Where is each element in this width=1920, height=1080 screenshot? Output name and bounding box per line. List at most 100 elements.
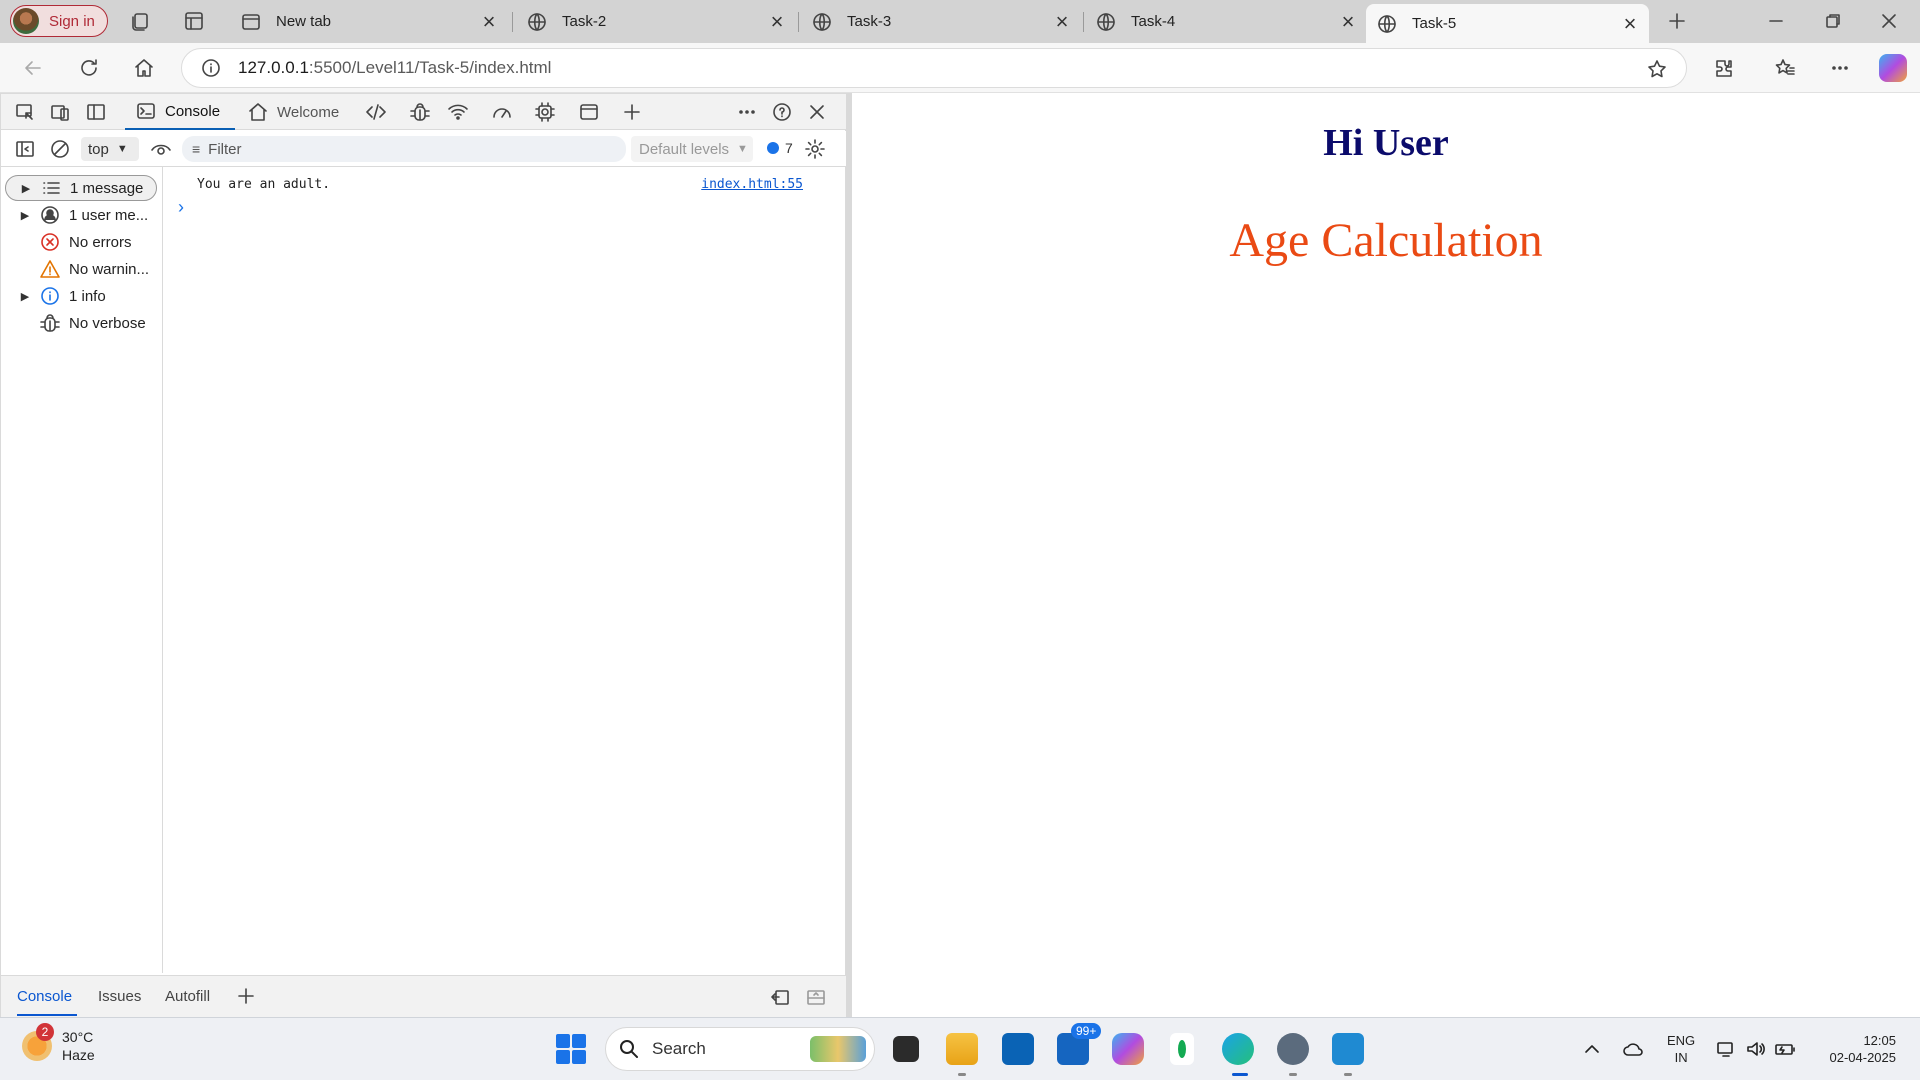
expand-arrow-icon[interactable]: ▶ [15,290,35,303]
more-options-icon[interactable] [1829,57,1851,79]
url-text[interactable]: 127.0.0.1:5500/Level11/Task-5/index.html [238,58,551,78]
bug-icon [40,314,60,332]
volume-icon[interactable] [1745,1038,1767,1060]
language-indicator[interactable]: ENG IN [1667,1032,1695,1066]
favorite-star-icon[interactable] [1646,58,1668,80]
weather-widget[interactable]: 2 30°C Haze [22,1023,95,1064]
close-icon[interactable]: × [480,10,498,32]
log-source-link[interactable]: index.html:55 [701,177,803,192]
sidebar-item-warnings[interactable]: No warnin... [1,256,157,282]
chevron-up-icon[interactable] [1581,1038,1603,1060]
sign-in-button[interactable]: Sign in [10,5,108,37]
sidebar-item-info[interactable]: ▶ 1 info [1,283,157,309]
console-prompt[interactable]: › [178,197,184,218]
close-icon[interactable]: × [1621,12,1639,34]
filter-input[interactable]: ≡ Filter [182,136,626,162]
issues-count: 7 [785,140,793,156]
tab-new-tab[interactable]: New tab × [230,4,508,39]
close-icon[interactable]: × [768,10,786,32]
devtools-more-icon[interactable] [736,101,758,123]
new-tab-button[interactable] [1666,10,1688,32]
performance-icon[interactable] [491,101,513,123]
memory-icon[interactable] [534,101,556,123]
battery-icon[interactable] [1774,1038,1796,1060]
copilot-app-icon[interactable] [1112,1033,1144,1065]
copilot-icon[interactable] [1879,54,1907,82]
extensions-icon[interactable] [1713,57,1735,79]
devtools-tab-console[interactable]: Console [125,94,235,130]
back-icon[interactable] [22,57,44,79]
dell-app-icon[interactable] [1002,1033,1034,1065]
error-icon [41,233,59,251]
vscode-icon[interactable] [1332,1033,1364,1065]
inspect-element-icon[interactable] [14,101,36,123]
tab-task-3[interactable]: Task-3 × [801,4,1081,39]
task-view-icon[interactable] [893,1036,919,1062]
favorites-icon[interactable] [1774,57,1796,79]
collapse-drawer-icon[interactable] [805,986,827,1008]
sidebar-item-errors[interactable]: No errors [1,229,157,255]
tab-title: Task-5 [1412,15,1457,32]
close-window-icon[interactable] [1878,10,1900,32]
log-levels-dropdown[interactable]: Default levels ▼ [631,136,753,162]
refresh-icon[interactable] [78,57,100,79]
user-icon [41,206,59,224]
context-label: top [88,140,109,158]
start-windows-icon[interactable] [556,1034,586,1064]
sidebar-item-verbose[interactable]: No verbose [1,310,157,336]
workspaces-icon[interactable] [130,10,152,32]
expand-arrow-icon[interactable]: ▶ [15,209,35,222]
edge-icon[interactable] [1222,1033,1254,1065]
taskbar-search[interactable]: Search [605,1027,875,1071]
sources-debug-icon[interactable] [409,101,431,123]
add-drawer-tab-icon[interactable] [235,985,257,1007]
tab-title: Task-3 [847,13,892,30]
expand-arrow-icon[interactable]: ▶ [16,182,36,195]
info-icon [41,287,59,305]
clear-console-icon[interactable] [49,138,71,160]
tab-task-5[interactable]: Task-5 × [1366,4,1649,43]
drawer-tab-issues[interactable]: Issues [98,988,141,1005]
dock-side-icon[interactable] [85,101,107,123]
drawer-tab-autofill[interactable]: Autofill [165,988,210,1005]
onedrive-sync-icon[interactable] [1622,1038,1644,1060]
sign-in-label: Sign in [49,12,95,30]
sidebar-item-messages[interactable]: ▶ 1 message [5,175,157,201]
restore-icon[interactable] [1822,10,1844,32]
address-bar[interactable]: 127.0.0.1:5500/Level11/Task-5/index.html [181,48,1687,88]
drawer-tab-console[interactable]: Console [17,988,72,1005]
tab-task-2[interactable]: Task-2 × [516,4,796,39]
close-icon[interactable]: × [1339,10,1357,32]
issues-counter[interactable]: 7 [767,140,793,156]
live-expression-eye-icon[interactable] [150,138,172,160]
home-icon[interactable] [133,57,155,79]
console-settings-gear-icon[interactable] [804,138,826,160]
lang-region: IN [1674,1050,1688,1065]
device-emulation-icon[interactable] [49,101,71,123]
file-explorer-icon[interactable] [946,1033,978,1065]
mail-icon[interactable]: 99+ [1057,1023,1102,1065]
help-icon[interactable] [771,101,793,123]
clock-date: 02-04-2025 [1829,1050,1897,1065]
search-icon [620,1040,638,1058]
tab-task-4[interactable]: Task-4 × [1085,4,1367,39]
application-icon[interactable] [578,101,600,123]
sidebar-item-label: No warnin... [69,260,150,278]
network-wifi-icon[interactable] [447,101,469,123]
more-tools-plus-icon[interactable] [621,101,643,123]
settings-gear-icon[interactable] [1277,1033,1309,1065]
mongodb-icon[interactable] [1170,1033,1194,1065]
info-icon[interactable] [200,57,222,79]
elements-icon[interactable] [365,101,387,123]
network-display-icon[interactable] [1715,1038,1737,1060]
close-devtools-icon[interactable] [806,101,828,123]
devtools-tab-welcome[interactable]: Welcome [247,94,339,130]
dock-drawer-icon[interactable] [769,986,791,1008]
minimize-icon[interactable] [1765,10,1787,32]
tab-actions-icon[interactable] [183,10,205,32]
sidebar-item-user-messages[interactable]: ▶ 1 user me... [1,202,157,228]
close-icon[interactable]: × [1053,10,1071,32]
system-clock[interactable]: 12:05 02-04-2025 [1816,1032,1897,1066]
sidebar-toggle-icon[interactable] [14,138,36,160]
context-selector[interactable]: top ▼ [81,137,139,161]
